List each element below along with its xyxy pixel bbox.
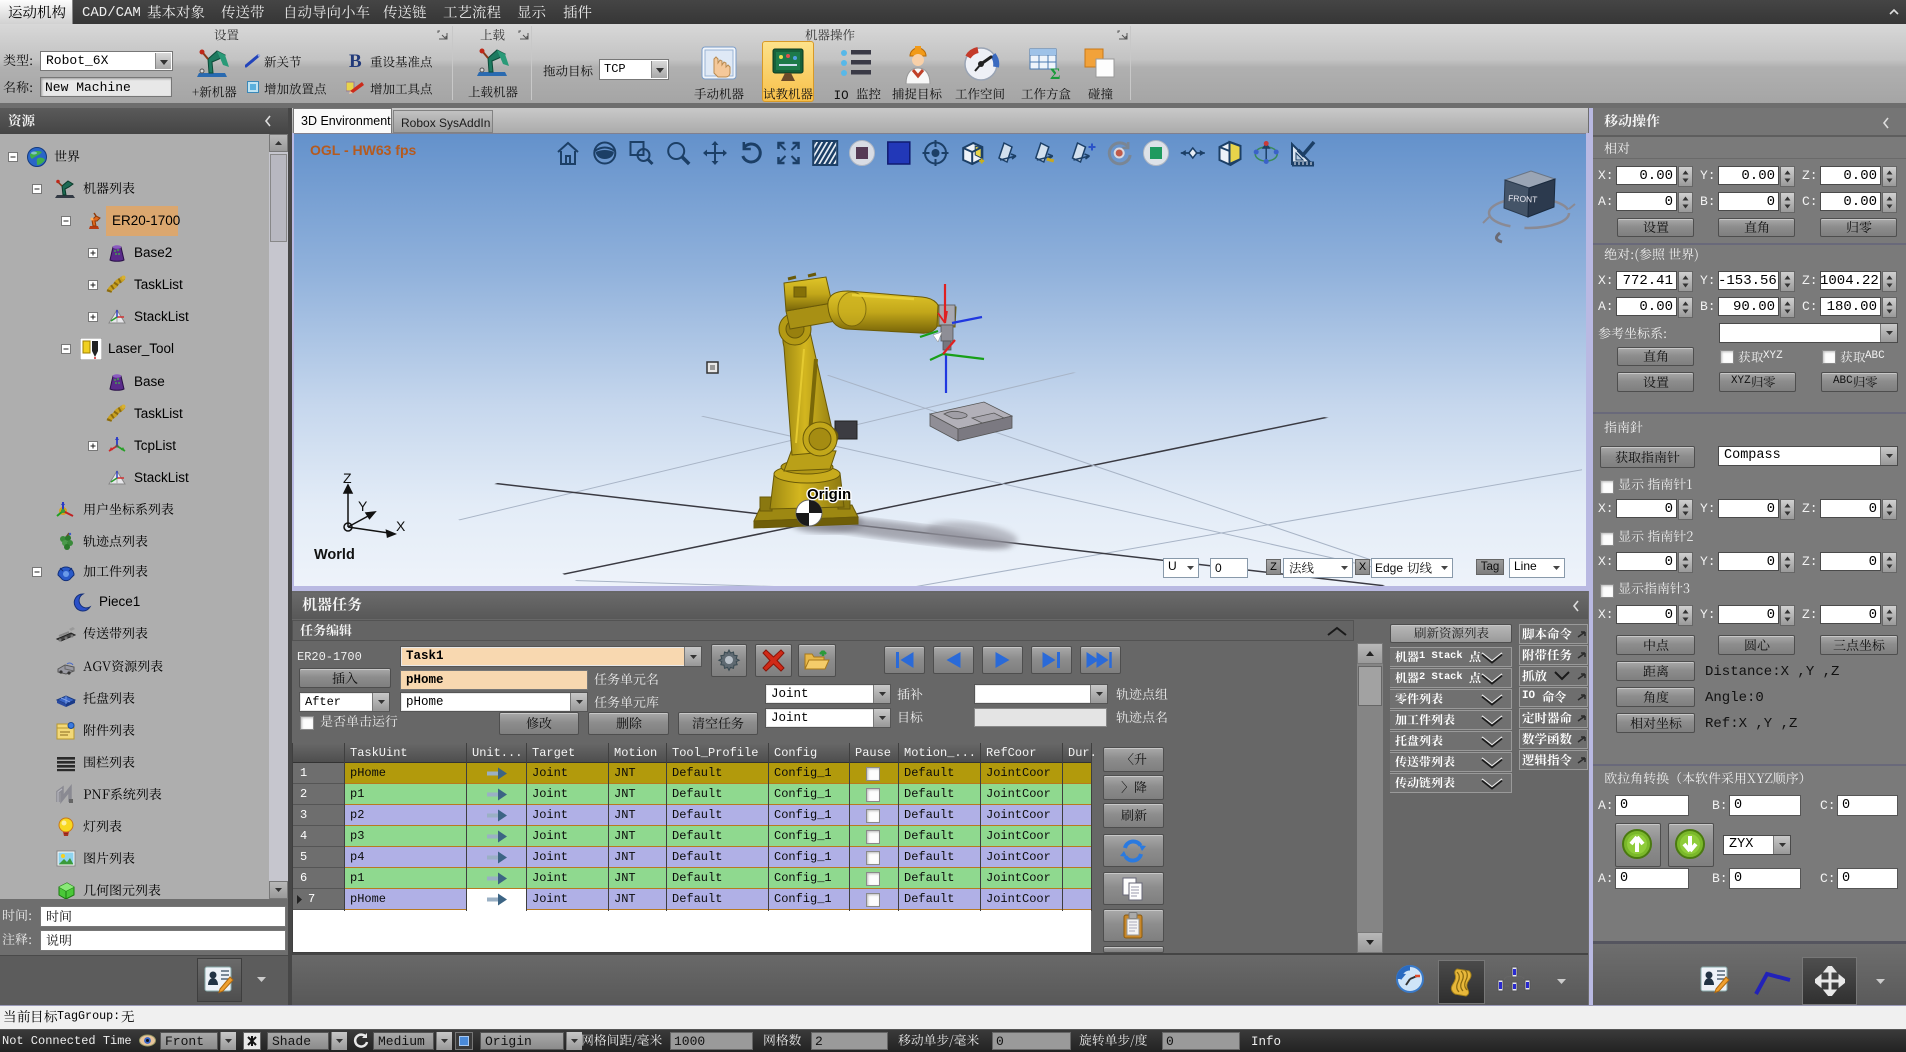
- svg-text:OGL - HW63 fps: OGL - HW63 fps: [310, 142, 417, 158]
- svg-text:Y: Y: [358, 498, 368, 514]
- svg-text:Z: Z: [343, 470, 352, 486]
- svg-text:Origin: Origin: [807, 486, 851, 503]
- svg-text:X: X: [396, 518, 406, 534]
- svg-text:FRONT: FRONT: [1508, 193, 1538, 205]
- svg-text:World: World: [314, 547, 355, 563]
- svg-text:Σ: Σ: [1050, 66, 1060, 83]
